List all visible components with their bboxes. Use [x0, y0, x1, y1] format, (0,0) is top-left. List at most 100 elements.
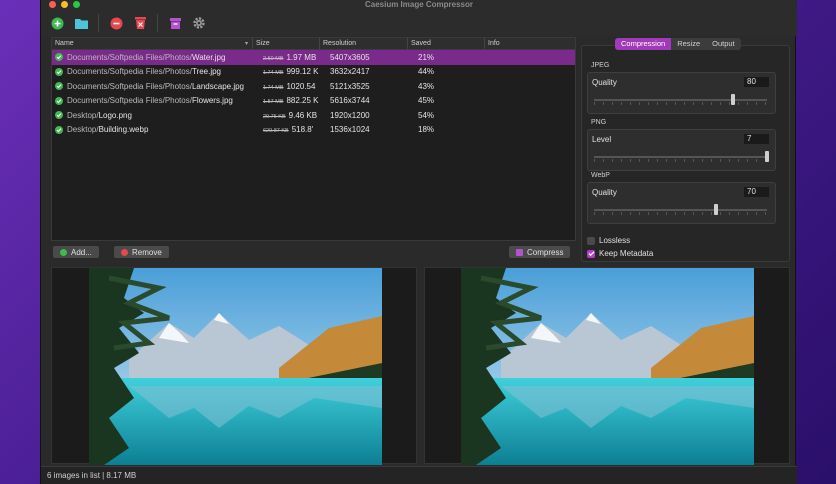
- jpeg-group: Quality 80: [587, 72, 776, 114]
- table-row[interactable]: Documents/Softpedia Files/Photos/Water.j…: [52, 50, 575, 65]
- png-level-slider-handle[interactable]: [765, 151, 769, 162]
- cell-size: 1.74 MB 1020.54: [253, 82, 320, 91]
- original-size: 629.87 KB: [263, 128, 289, 135]
- file-directory: Desktop/: [67, 125, 99, 135]
- settings-button[interactable]: [191, 15, 207, 31]
- zoom-window-button[interactable]: [73, 1, 80, 8]
- cell-name: Documents/Softpedia Files/Photos/Tree.jp…: [52, 67, 253, 76]
- success-check-icon: [55, 67, 63, 76]
- add-button-label: Add...: [71, 247, 92, 257]
- remove-button-label: Remove: [132, 247, 162, 257]
- add-images-button[interactable]: [49, 15, 65, 31]
- cell-size: 2.50 MB 1.97 MB: [253, 53, 320, 62]
- cell-saved: 18%: [418, 125, 435, 135]
- column-header-resolution[interactable]: Resolution: [320, 38, 408, 49]
- open-folder-button[interactable]: [73, 15, 89, 31]
- cell-name: Desktop/Logo.png: [52, 111, 253, 120]
- webp-section-label: WebP: [591, 172, 610, 179]
- slider-ticks: [594, 212, 767, 215]
- cell-saved: 43%: [418, 81, 435, 91]
- original-size: 20.75 KB: [263, 113, 286, 120]
- file-directory: Documents/Softpedia Files/Photos/: [67, 52, 192, 62]
- keep-metadata-checkbox[interactable]: Keep Metadata: [587, 249, 653, 258]
- column-header-name[interactable]: Name ▾: [52, 38, 253, 49]
- preview-splitter[interactable]: [419, 267, 423, 464]
- png-level-slider[interactable]: [594, 156, 767, 158]
- table-row[interactable]: Desktop/Building.webp 629.87 KB 518.8' 1536…: [52, 123, 575, 138]
- archive-icon: [516, 248, 523, 256]
- table-row[interactable]: Documents/Softpedia Files/Photos/Landsca…: [52, 79, 575, 94]
- compress-toolbar-button[interactable]: [167, 15, 183, 31]
- file-name: Landscape.jpg: [191, 81, 244, 91]
- cell-saved: 45%: [418, 96, 435, 106]
- compressed-size: 999.12 K: [286, 67, 319, 77]
- keep-metadata-label: Keep Metadata: [599, 249, 654, 258]
- column-header-saved[interactable]: Saved: [408, 38, 485, 49]
- cell-resolution: 1920x1200: [330, 110, 370, 120]
- file-name: Water.jpg: [191, 52, 226, 62]
- compressed-size: 882.25 K: [286, 96, 319, 106]
- table-header: Name ▾ Size Resolution Saved Info: [52, 38, 575, 50]
- cell-resolution: 1536x1024: [330, 125, 370, 135]
- table-body: Documents/Softpedia Files/Photos/Water.j…: [52, 50, 575, 137]
- minimize-window-button[interactable]: [61, 1, 68, 8]
- original-size: 1.74 MB: [263, 70, 284, 77]
- webp-quality-slider-handle[interactable]: [713, 204, 718, 215]
- table-row[interactable]: Documents/Softpedia Files/Photos/Flowers…: [52, 94, 575, 109]
- minus-circle-icon: [121, 248, 128, 256]
- table-row[interactable]: Documents/Softpedia Files/Photos/Tree.jp…: [52, 65, 575, 80]
- remove-button[interactable]: Remove: [114, 246, 169, 258]
- webp-quality-spinbox[interactable]: 70: [744, 187, 769, 197]
- original-preview: [51, 267, 417, 465]
- success-check-icon: [55, 53, 63, 62]
- close-window-button[interactable]: [49, 1, 56, 8]
- png-section-label: PNG: [591, 119, 607, 126]
- png-group: Level 7: [587, 129, 776, 171]
- status-bar: 6 images in list | 8.17 MB: [41, 466, 797, 484]
- jpeg-quality-slider-handle[interactable]: [730, 94, 735, 105]
- window-controls: [49, 1, 80, 8]
- webp-quality-slider[interactable]: [594, 209, 767, 211]
- tab-compression[interactable]: Compression: [615, 38, 672, 50]
- lossless-checkbox[interactable]: Lossless: [587, 236, 630, 245]
- success-check-icon: [55, 125, 63, 134]
- file-table: Name ▾ Size Resolution Saved Info Documen…: [51, 37, 576, 241]
- tab-resize[interactable]: Resize: [671, 38, 706, 50]
- table-row[interactable]: Desktop/Logo.png 20.75 KB 9.46 KB 1920x1200…: [52, 108, 575, 123]
- webp-quality-label: Quality: [592, 188, 617, 197]
- lossless-label: Lossless: [599, 236, 631, 245]
- jpeg-quality-slider[interactable]: [594, 99, 767, 101]
- compress-button-label: Compress: [527, 247, 564, 257]
- toolbar-separator: [98, 14, 99, 32]
- file-directory: Documents/Softpedia Files/Photos/: [67, 67, 192, 77]
- remove-button-toolbar[interactable]: [108, 15, 124, 31]
- file-name: Building.webp: [98, 125, 149, 135]
- column-header-size[interactable]: Size: [253, 38, 320, 49]
- add-button[interactable]: Add...: [53, 246, 99, 258]
- compress-button[interactable]: Compress: [509, 246, 571, 258]
- tab-output[interactable]: Output: [706, 38, 741, 50]
- plus-circle-icon: [60, 248, 67, 256]
- jpeg-quality-label: Quality: [592, 78, 617, 87]
- cell-name: Documents/Softpedia Files/Photos/Landsca…: [52, 82, 253, 91]
- file-name: Logo.png: [98, 110, 132, 120]
- plus-circle-icon: [51, 17, 63, 29]
- cell-saved: 21%: [418, 52, 435, 62]
- file-name: Tree.jpg: [191, 67, 222, 77]
- jpeg-quality-spinbox[interactable]: 80: [744, 77, 769, 87]
- column-header-info[interactable]: Info: [485, 38, 575, 49]
- compressed-image-preview: [461, 268, 754, 465]
- settings-tabs: Compression Resize Output: [615, 38, 741, 50]
- success-check-icon: [55, 111, 63, 120]
- jpeg-section-label: JPEG: [591, 62, 610, 69]
- folder-icon: [74, 18, 88, 29]
- file-directory: Documents/Softpedia Files/Photos/: [67, 96, 192, 106]
- png-level-spinbox[interactable]: 7: [744, 134, 769, 144]
- cell-name: Documents/Softpedia Files/Photos/Water.j…: [52, 53, 253, 62]
- compressed-preview: [424, 267, 790, 465]
- cell-saved: 54%: [418, 110, 435, 120]
- clear-list-button[interactable]: [132, 15, 148, 31]
- cell-resolution: 5121x3525: [330, 81, 370, 91]
- cell-resolution: 5616x3744: [330, 96, 370, 106]
- original-size: 1.74 MB: [263, 84, 284, 91]
